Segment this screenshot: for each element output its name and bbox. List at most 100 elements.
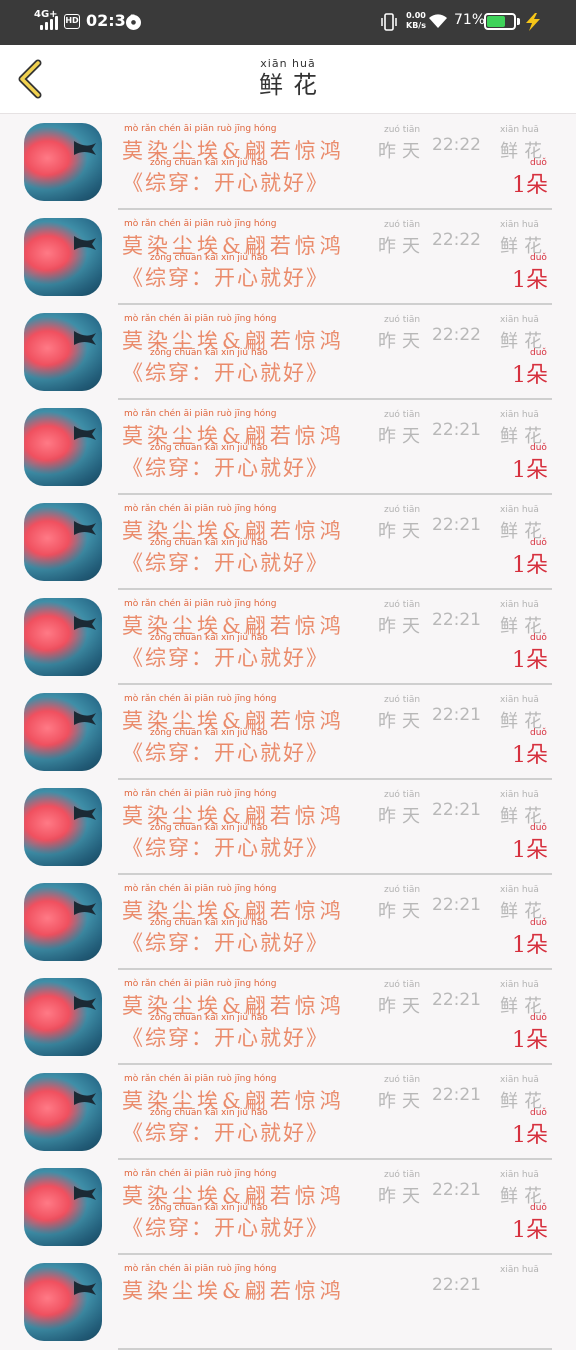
avatar[interactable] — [24, 788, 102, 866]
avatar[interactable] — [24, 408, 102, 486]
avatar[interactable] — [24, 313, 102, 391]
list-item[interactable]: mò rǎn chén āi piān ruò jīng hóng 莫染尘埃&翩… — [0, 875, 576, 970]
list-item[interactable]: mò rǎn chén āi piān ruò jīng hóng 莫染尘埃&翩… — [0, 115, 576, 210]
list-item[interactable]: mò rǎn chén āi piān ruò jīng hóng 莫染尘埃&翩… — [0, 305, 576, 400]
avatar[interactable] — [24, 123, 102, 201]
gift-quantity: 1朵 — [512, 173, 548, 198]
network-speed: 0.00 KB/s — [406, 11, 426, 31]
avatar-overlay — [24, 313, 102, 391]
name-pinyin: mò rǎn chén āi piān ruò jīng hóng — [124, 409, 277, 419]
record-time: 22:21 — [432, 610, 481, 630]
day-pinyin: zuó tiān — [384, 980, 421, 990]
name-pinyin: mò rǎn chén āi piān ruò jīng hóng — [124, 979, 277, 989]
record-time: 22:21 — [432, 515, 481, 535]
speed-value: 0.00 — [406, 11, 426, 20]
book-title: 《综穿：开心就好》 — [122, 1216, 329, 1240]
record-day: 昨天 — [378, 426, 426, 447]
avatar-overlay — [24, 503, 102, 581]
avatar[interactable] — [24, 978, 102, 1056]
day-pinyin: zuó tiān — [384, 125, 421, 135]
list-item[interactable]: mò rǎn chén āi piān ruò jīng hóng 莫染尘埃&翩… — [0, 1255, 576, 1350]
avatar-overlay — [24, 598, 102, 676]
avatar-fish-shape — [74, 521, 96, 535]
book-title: 《综穿：开心就好》 — [122, 456, 329, 480]
day-pinyin: zuó tiān — [384, 1075, 421, 1085]
name-pinyin: mò rǎn chén āi piān ruò jīng hóng — [124, 124, 277, 134]
speed-unit: KB/s — [406, 21, 426, 30]
avatar-overlay — [24, 1263, 102, 1341]
avatar[interactable] — [24, 693, 102, 771]
avatar[interactable] — [24, 598, 102, 676]
record-day: 昨天 — [378, 711, 426, 732]
list-item[interactable]: mò rǎn chén āi piān ruò jīng hóng 莫染尘埃&翩… — [0, 590, 576, 685]
avatar-fish-shape — [74, 806, 96, 820]
gift-quantity: 1朵 — [512, 1028, 548, 1053]
gift-quantity: 1朵 — [512, 1123, 548, 1148]
avatar-overlay — [24, 123, 102, 201]
day-pinyin: zuó tiān — [384, 885, 421, 895]
avatar-overlay — [24, 978, 102, 1056]
book-title: 《综穿：开心就好》 — [122, 1121, 329, 1145]
record-day: 昨天 — [378, 1186, 426, 1207]
list-item[interactable]: mò rǎn chén āi piān ruò jīng hóng 莫染尘埃&翩… — [0, 495, 576, 590]
name-pinyin: mò rǎn chén āi piān ruò jīng hóng — [124, 219, 277, 229]
list-item[interactable]: mò rǎn chén āi piān ruò jīng hóng 莫染尘埃&翩… — [0, 780, 576, 875]
gift-pinyin: xiān huā — [500, 1075, 539, 1085]
record-time: 22:21 — [432, 1275, 481, 1295]
record-day: 昨天 — [378, 331, 426, 352]
avatar[interactable] — [24, 503, 102, 581]
avatar[interactable] — [24, 218, 102, 296]
avatar-fish-shape — [74, 331, 96, 345]
avatar-overlay — [24, 788, 102, 866]
record-day: 昨天 — [378, 521, 426, 542]
book-title: 《综穿：开心就好》 — [122, 551, 329, 575]
list-item[interactable]: mò rǎn chén āi piān ruò jīng hóng 莫染尘埃&翩… — [0, 970, 576, 1065]
avatar[interactable] — [24, 1168, 102, 1246]
avatar[interactable] — [24, 1263, 102, 1341]
page-title: 鲜花 — [259, 71, 327, 99]
gift-record-list: mò rǎn chén āi piān ruò jīng hóng 莫染尘埃&翩… — [0, 115, 576, 1350]
hd-voice-icon: HD — [64, 14, 80, 29]
list-item[interactable]: mò rǎn chén āi piān ruò jīng hóng 莫染尘埃&翩… — [0, 1065, 576, 1160]
avatar-fish-shape — [74, 996, 96, 1010]
wifi-icon — [429, 14, 447, 28]
record-time: 22:22 — [432, 325, 481, 345]
avatar[interactable] — [24, 1073, 102, 1151]
name-pinyin: mò rǎn chén āi piān ruò jīng hóng — [124, 599, 277, 609]
book-title: 《综穿：开心就好》 — [122, 741, 329, 765]
day-pinyin: zuó tiān — [384, 790, 421, 800]
page-title-block: xiān huā 鲜花 — [238, 57, 338, 107]
avatar-fish-shape — [74, 1186, 96, 1200]
gift-pinyin: xiān huā — [500, 695, 539, 705]
list-item[interactable]: mò rǎn chén āi piān ruò jīng hóng 莫染尘埃&翩… — [0, 1160, 576, 1255]
avatar[interactable] — [24, 883, 102, 961]
avatar-fish-shape — [74, 901, 96, 915]
gift-quantity: 1朵 — [512, 1218, 548, 1243]
gift-quantity: 1朵 — [512, 933, 548, 958]
day-pinyin: zuó tiān — [384, 505, 421, 515]
book-title: 《综穿：开心就好》 — [122, 266, 329, 290]
day-pinyin: zuó tiān — [384, 315, 421, 325]
record-time: 22:21 — [432, 990, 481, 1010]
battery-icon — [484, 13, 516, 30]
battery-level-fill — [487, 16, 506, 27]
list-item[interactable]: mò rǎn chén āi piān ruò jīng hóng 莫染尘埃&翩… — [0, 400, 576, 495]
vibrate-icon — [381, 13, 397, 31]
gift-quantity: 1朵 — [512, 743, 548, 768]
gift-quantity: 1朵 — [512, 363, 548, 388]
gift-pinyin: xiān huā — [500, 980, 539, 990]
record-day: 昨天 — [378, 141, 426, 162]
avatar-overlay — [24, 883, 102, 961]
avatar-fish-shape — [74, 616, 96, 630]
nav-bar: xiān huā 鲜花 — [0, 45, 576, 114]
avatar-fish-shape — [74, 1091, 96, 1105]
notification-icon: ● — [126, 15, 141, 30]
record-time: 22:21 — [432, 705, 481, 725]
avatar-fish-shape — [74, 141, 96, 155]
list-item[interactable]: mò rǎn chén āi piān ruò jīng hóng 莫染尘埃&翩… — [0, 685, 576, 780]
name-pinyin: mò rǎn chén āi piān ruò jīng hóng — [124, 1169, 277, 1179]
record-day: 昨天 — [378, 616, 426, 637]
list-item[interactable]: mò rǎn chén āi piān ruò jīng hóng 莫染尘埃&翩… — [0, 210, 576, 305]
chevron-left-icon[interactable] — [12, 57, 50, 101]
avatar-overlay — [24, 1168, 102, 1246]
